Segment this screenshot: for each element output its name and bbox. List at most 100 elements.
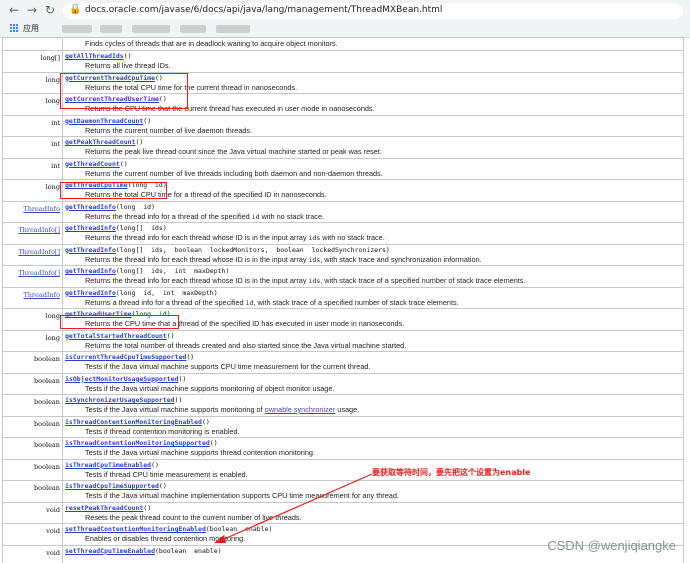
method-link[interactable]: getThreadInfo (65, 224, 116, 232)
method-signature: getAllThreadIds() (65, 52, 683, 61)
method-link[interactable]: getThreadInfo (65, 267, 116, 275)
highlight-box-current-thread (60, 73, 188, 109)
method-signature: getThreadInfo(long[] ids, boolean locked… (65, 246, 683, 255)
description-text: Returns the thread info for a thread of … (85, 211, 252, 221)
method-link[interactable]: isObjectMonitorUsageSupported (65, 375, 179, 383)
apps-icon[interactable] (10, 24, 19, 33)
table-row: boolean isThreadContentionMonitoringEnabl… (2, 415, 684, 438)
return-type-cell: boolean (2, 458, 63, 481)
method-link[interactable]: isThreadCpuTimeSupported (65, 482, 159, 490)
method-link[interactable]: getTotalStartedThreadCount (65, 332, 167, 340)
method-params: () (151, 460, 159, 469)
method-cell: getAllThreadIds() Returns all live thread… (62, 50, 684, 73)
code-text: ids (308, 277, 321, 285)
method-params: () (143, 503, 152, 512)
return-type-cell: boolean (2, 351, 63, 374)
table-row: boolean isObjectMonitorUsageSupported() Te… (2, 372, 684, 395)
return-type-cell[interactable]: ThreadInfo[] (2, 222, 63, 245)
method-description: Returns all live thread IDs. (65, 61, 683, 71)
method-params: () (174, 396, 183, 404)
table-row: long[] getAllThreadIds() Returns all live … (2, 50, 684, 73)
method-link[interactable]: isThreadCpuTimeEnabled (65, 461, 151, 469)
method-signature: isThreadCpuTimeSupported() (65, 482, 683, 491)
description-text: Tests if the Java virtual machine suppor… (85, 448, 315, 457)
description-text: Tests if thread CPU time measurement is … (85, 469, 248, 479)
return-type-cell[interactable]: ThreadInfo[] (2, 243, 63, 266)
method-params: () (119, 159, 128, 168)
method-description: Tests if the Java virtual machine implem… (65, 491, 683, 501)
method-description: Returns a thread info for a thread of th… (65, 298, 683, 308)
return-type-cell: long (2, 71, 63, 94)
method-signature: isSynchronizerUsageSupported() (65, 396, 683, 405)
description-text: Tests if the Java virtual machine suppor… (85, 405, 265, 414)
method-link[interactable]: getThreadCount (65, 160, 120, 168)
code-text: ids (308, 255, 321, 264)
bookmark-blurred[interactable] (132, 25, 170, 33)
method-link[interactable]: getPeakThreadCount (65, 138, 135, 146)
apps-label[interactable]: 应用 (23, 23, 39, 34)
description-text: Returns the current number of live threa… (85, 168, 383, 178)
return-type-cell: void (2, 544, 63, 563)
method-link[interactable]: isThreadContentionMonitoringEnabled (65, 418, 202, 426)
inline-link[interactable]: ownable synchronizer (265, 405, 336, 414)
back-icon[interactable]: ← (7, 3, 21, 17)
table-row: boolean isThreadContentionMonitoringSuppo… (2, 437, 684, 460)
address-bar[interactable]: 🔒 docs.oracle.com/javase/6/docs/api/java… (63, 3, 683, 19)
return-type-cell: boolean (2, 394, 63, 417)
return-type-cell: boolean (2, 415, 63, 438)
bookmark-blurred[interactable] (216, 25, 250, 33)
description-text: Returns the total number of threads crea… (85, 340, 407, 350)
method-link[interactable]: setThreadCpuTimeEnabled (65, 547, 155, 555)
method-link[interactable]: getThreadInfo (65, 289, 116, 297)
method-params: () (201, 417, 210, 426)
method-description: Finds cycles of threads that are in dead… (85, 39, 338, 48)
return-type-cell[interactable]: ThreadInfo (2, 286, 63, 309)
method-link[interactable]: getAllThreadIds (65, 52, 124, 60)
method-description: Tests if the Java virtual machine suppor… (65, 405, 683, 415)
table-row: int getDaemonThreadCount() Returns the cur… (2, 114, 684, 137)
reload-icon[interactable]: ↻ (43, 3, 57, 17)
method-link[interactable]: getDaemonThreadCount (65, 117, 143, 125)
table-row: boolean isSynchronizerUsageSupported() Tes… (2, 394, 684, 417)
method-signature: getThreadInfo(long[] ids) (65, 224, 683, 233)
table-row: boolean isThreadCpuTimeSupported() Tests i… (2, 480, 684, 503)
watermark: CSDN @wenjiqiangke (547, 538, 676, 553)
method-signature: resetPeakThreadCount() (65, 504, 683, 513)
description-text: Returns all live thread IDs. (85, 61, 171, 70)
method-signature: getTotalStartedThreadCount() (65, 332, 683, 341)
method-signature: getDaemonThreadCount() (65, 117, 683, 126)
method-link[interactable]: isThreadContentionMonitoringSupported (65, 439, 210, 447)
method-params: (boolean enable) (205, 525, 273, 533)
method-link[interactable]: isSynchronizerUsageSupported (65, 396, 175, 404)
return-type-cell: void (2, 523, 63, 546)
method-signature: isThreadContentionMonitoringEnabled() (65, 418, 683, 427)
return-type-cell: int (2, 136, 63, 159)
method-cell: getThreadInfo(long[] ids, boolean locked… (62, 243, 684, 266)
method-link[interactable]: resetPeakThreadCount (65, 504, 143, 512)
method-description: Tests if the Java virtual machine suppor… (65, 362, 683, 372)
method-link[interactable]: getThreadInfo (65, 246, 116, 254)
method-link[interactable]: isCurrentThreadCpuTimeSupported (65, 353, 186, 361)
method-signature: isThreadContentionMonitoringSupported() (65, 439, 683, 448)
bookmark-blurred[interactable] (180, 25, 206, 33)
description-text: Resets the peak thread count to the curr… (85, 512, 302, 522)
table-row: ThreadInfo getThreadInfo(long id) Returns … (2, 200, 684, 223)
bookmark-blurred[interactable] (100, 25, 122, 33)
return-type-cell: long[] (2, 50, 63, 73)
return-type-cell[interactable]: ThreadInfo (2, 200, 63, 223)
url-text[interactable]: docs.oracle.com/javase/6/docs/api/java/l… (85, 5, 442, 15)
description-text: Returns the thread info for each thread … (85, 254, 309, 264)
method-link[interactable]: getThreadInfo (65, 203, 116, 211)
method-description: Returns the current number of live threa… (65, 169, 683, 179)
method-cell: isThreadContentionMonitoringSupported() T… (62, 437, 684, 460)
description-text: Tests if the Java virtual machine suppor… (85, 383, 335, 393)
bookmark-blurred[interactable] (62, 25, 92, 33)
forward-icon[interactable]: → (25, 3, 39, 17)
return-type-cell[interactable]: ThreadInfo[] (2, 265, 63, 288)
browser-chrome: ← → ↻ 🔒 docs.oracle.com/javase/6/docs/ap… (0, 0, 690, 38)
method-link[interactable]: setThreadContentionMonitoringEnabled (65, 525, 206, 533)
table-row: boolean isThreadCpuTimeEnabled() Tests if … (2, 458, 684, 481)
method-description: Returns the thread info for each thread … (65, 276, 683, 286)
method-cell: isCurrentThreadCpuTimeSupported() Tests i… (62, 351, 684, 374)
method-signature: getThreadInfo(long[] ids, int maxDepth) (65, 267, 683, 276)
